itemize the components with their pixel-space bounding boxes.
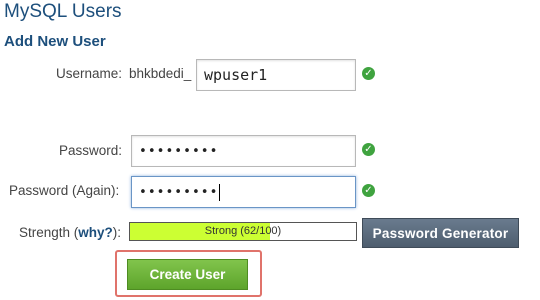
password-input[interactable]: ••••••••• (131, 135, 356, 167)
password-strength-meter: Strong (62/100) (129, 222, 357, 241)
username-input-value: wpuser1 (204, 66, 268, 84)
username-input[interactable]: wpuser1 (196, 59, 356, 91)
why-link[interactable]: why? (78, 225, 113, 240)
username-label: Username: (56, 66, 123, 81)
check-circle-icon: ✓ (362, 143, 375, 156)
check-circle-icon: ✓ (362, 184, 375, 197)
create-user-button[interactable]: Create User (127, 259, 248, 290)
check-circle-icon: ✓ (362, 67, 375, 80)
username-prefix: bhkbdedi_ (129, 66, 192, 81)
strength-label: Strength (why?): (19, 225, 121, 240)
password-again-label: Password (Again): (9, 183, 120, 198)
page-title: MySQL Users (4, 1, 122, 22)
text-caret (219, 183, 221, 201)
password-again-input[interactable]: ••••••••• (131, 176, 356, 208)
strength-label-prefix: Strength ( (19, 225, 79, 240)
password-input-value: ••••••••• (139, 143, 219, 159)
password-again-input-value: ••••••••• (139, 184, 219, 200)
password-generator-button[interactable]: Password Generator (362, 218, 519, 248)
password-label: Password: (59, 143, 123, 158)
strength-label-suffix: ): (112, 225, 122, 240)
strength-meter-text: Strong (62/100) (204, 225, 282, 237)
section-title: Add New User (4, 33, 106, 50)
